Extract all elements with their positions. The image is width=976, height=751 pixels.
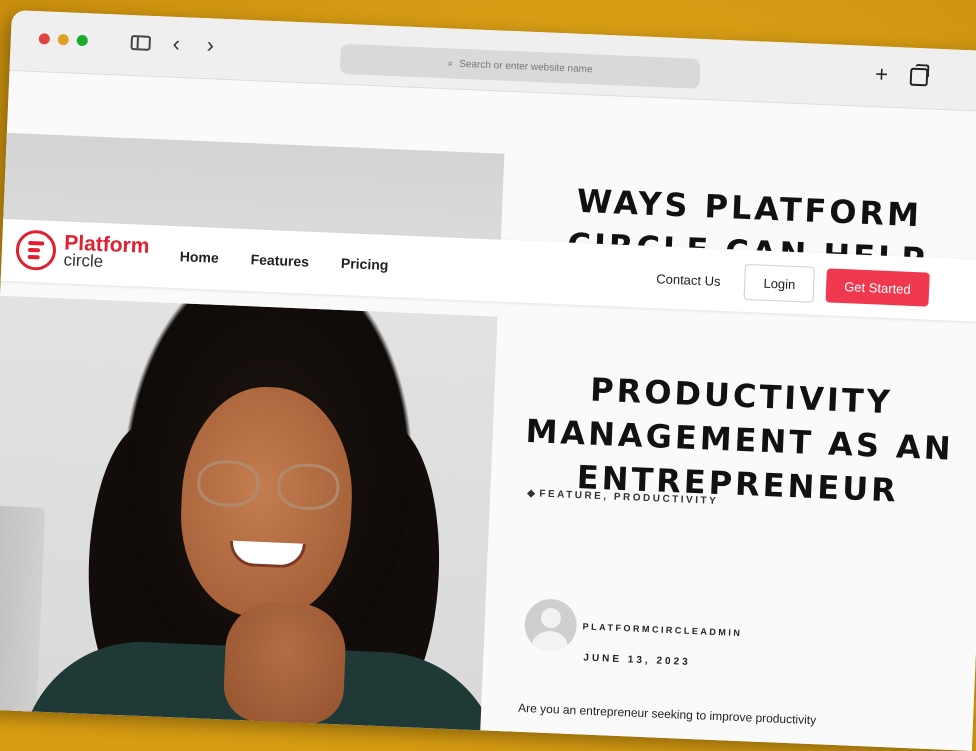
laptop-shape <box>0 505 46 728</box>
author-name[interactable]: PLATFORMCIRCLEADMIN <box>582 621 742 638</box>
site-logo[interactable]: Platform circle <box>15 229 150 275</box>
contact-us-link[interactable]: Contact Us <box>656 271 721 289</box>
tabs-icon[interactable] <box>909 67 929 87</box>
close-window-button[interactable] <box>38 33 51 45</box>
web-page: WAYS PLATFORM CIRCLE CAN HELP PRODUCTIVI… <box>0 70 976 751</box>
photo-glasses-left <box>196 459 261 508</box>
sidebar-icon[interactable] <box>130 35 152 51</box>
browser-window: ‹ › ⌕ Search or enter website name + WAY… <box>0 10 976 751</box>
author-block: PLATFORMCIRCLEADMIN <box>523 598 744 659</box>
address-placeholder: Search or enter website name <box>459 58 593 75</box>
window-controls <box>38 33 89 47</box>
hero-photo <box>0 295 498 747</box>
nav-features-link[interactable]: Features <box>250 251 309 269</box>
photo-hand <box>222 600 348 726</box>
photo-glasses-right <box>276 462 341 512</box>
login-button[interactable]: Login <box>743 263 816 303</box>
article-title: WAYS PLATFORM CIRCLE CAN HELP PRODUCTIVI… <box>525 177 970 510</box>
new-tab-icon[interactable]: + <box>875 61 889 88</box>
nav-home-link[interactable]: Home <box>180 248 220 266</box>
forward-icon[interactable]: › <box>206 32 214 57</box>
get-started-button[interactable]: Get Started <box>825 268 930 307</box>
article-excerpt: Are you an entrepreneur seeking to impro… <box>517 700 817 728</box>
nav-links: Home Features Pricing <box>180 248 389 273</box>
minimize-window-button[interactable] <box>57 33 70 46</box>
nav-pricing-link[interactable]: Pricing <box>341 255 389 273</box>
back-icon[interactable]: ‹ <box>172 31 180 56</box>
logo-icon <box>15 229 57 272</box>
avatar-icon <box>523 598 578 653</box>
maximize-window-button[interactable] <box>76 34 89 47</box>
address-bar[interactable]: ⌕ Search or enter website name <box>339 43 701 89</box>
tag-icon: ◆ <box>526 488 538 500</box>
search-icon: ⌕ <box>447 57 454 70</box>
